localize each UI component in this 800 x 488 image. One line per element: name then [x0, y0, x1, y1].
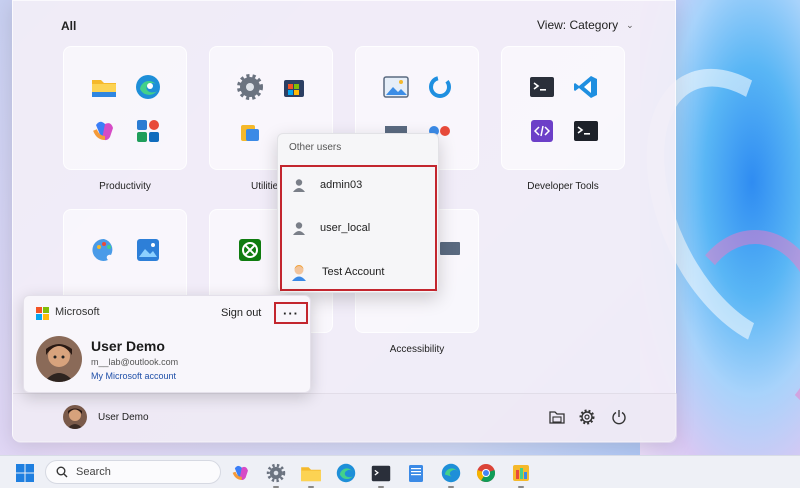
search-placeholder: Search	[76, 466, 111, 478]
chrome-taskbar-icon[interactable]	[473, 460, 499, 486]
view-select-label: View: Category	[537, 18, 619, 32]
sign-out-button[interactable]: Sign out	[221, 307, 261, 319]
file-explorer-taskbar-icon[interactable]	[298, 460, 324, 488]
person-icon	[293, 179, 305, 192]
settings-taskbar-icon[interactable]	[263, 460, 289, 488]
user-name-label: Test Account	[322, 266, 385, 278]
sync-icon[interactable]	[418, 65, 462, 109]
terminal-taskbar-icon[interactable]	[368, 460, 394, 488]
user-item-test-account[interactable]: Test Account	[290, 263, 384, 281]
office-apps-icon[interactable]	[126, 109, 170, 153]
power-icon[interactable]	[610, 408, 628, 426]
edge-dev-taskbar-icon[interactable]	[438, 460, 464, 488]
start-button[interactable]	[12, 460, 38, 486]
account-display-name: User Demo	[91, 338, 165, 354]
user-item-user-local[interactable]: user_local	[292, 221, 370, 235]
dev-home-icon[interactable]	[520, 109, 564, 153]
person-icon	[293, 222, 305, 235]
documents-folder-icon[interactable]	[548, 408, 566, 426]
notepad-taskbar-icon[interactable]	[403, 460, 429, 486]
group-developer-tools[interactable]	[501, 46, 625, 170]
copilot-icon[interactable]	[82, 109, 126, 153]
edge-icon[interactable]	[126, 65, 170, 109]
account-flyout: Microsoft Sign out ··· User Demo m__lab@…	[23, 295, 311, 393]
edge-taskbar-icon[interactable]	[333, 460, 359, 486]
user-name-label: admin03	[320, 179, 363, 191]
group-label-productivity: Productivity	[99, 181, 151, 192]
app-taskbar-icon[interactable]	[508, 460, 534, 488]
terminal-icon[interactable]	[520, 65, 564, 109]
vscode-icon[interactable]	[564, 65, 608, 109]
footer-user-avatar[interactable]	[63, 405, 87, 429]
group-label-developer-tools: Developer Tools	[527, 181, 599, 192]
user-item-admin03[interactable]: admin03	[292, 178, 362, 192]
settings-gear-icon[interactable]	[228, 65, 272, 109]
taskbar-search-box[interactable]: Search	[45, 460, 221, 484]
taskbar: Search	[0, 455, 800, 488]
chevron-down-icon: ⌄	[626, 19, 634, 30]
microsoft-brand-label: Microsoft	[55, 306, 100, 318]
group-productivity[interactable]	[63, 46, 187, 170]
group-label-accessibility: Accessibility	[389, 344, 445, 355]
other-users-flyout: Other users admin03 user_local Test Acco…	[277, 133, 439, 293]
search-icon	[56, 466, 68, 478]
windows-logo-icon	[16, 464, 34, 482]
more-options-button[interactable]: ···	[274, 302, 308, 324]
account-avatar	[36, 336, 82, 382]
all-apps-heading: All	[61, 19, 77, 33]
avatar-icon	[292, 265, 306, 281]
xbox-icon[interactable]	[228, 228, 272, 272]
files-folder-icon[interactable]	[228, 109, 272, 153]
view-category-dropdown[interactable]: View: Category ⌄	[537, 18, 634, 32]
image-viewer-icon[interactable]	[126, 228, 170, 272]
microsoft-logo-icon	[36, 307, 49, 320]
copilot-taskbar-icon[interactable]	[228, 460, 254, 486]
user-name-label: user_local	[320, 222, 371, 234]
start-footer: User Demo	[13, 393, 677, 443]
photos-icon[interactable]	[374, 65, 418, 109]
other-users-title: Other users	[289, 142, 342, 153]
account-email: m__lab@outlook.com	[91, 357, 179, 367]
paint-icon[interactable]	[82, 228, 126, 272]
command-prompt-icon[interactable]	[564, 109, 608, 153]
footer-user-name[interactable]: User Demo	[98, 412, 149, 423]
my-microsoft-account-link[interactable]: My Microsoft account	[91, 371, 176, 381]
file-explorer-icon[interactable]	[82, 65, 126, 109]
settings-icon[interactable]	[578, 408, 596, 426]
store-icon[interactable]	[272, 65, 316, 109]
